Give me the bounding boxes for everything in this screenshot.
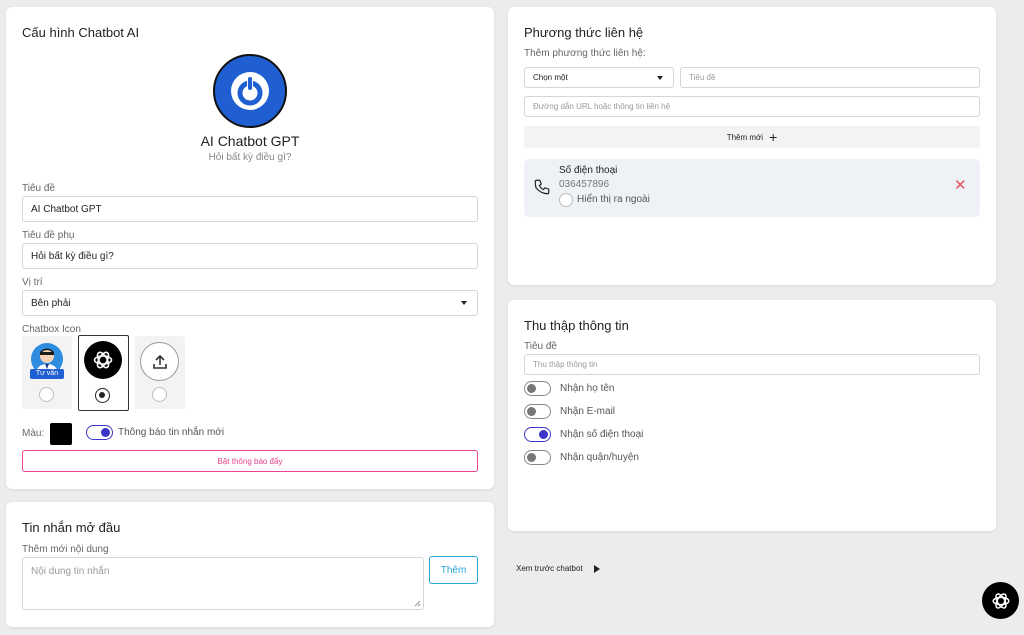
collect-info-card: Thu thập thông tin Tiêu đề Thu thập thôn… (508, 300, 996, 531)
contact-add-button[interactable]: Thêm mới + (524, 126, 980, 148)
collect-info-title: Thu thập thông tin (524, 318, 629, 333)
chatbot-preview-name: AI Chatbot GPT (200, 133, 300, 149)
chatbot-preview-subtitle: Hỏi bất kỳ điều gì? (208, 152, 292, 163)
contact-add-button-label: Thêm mới (726, 132, 764, 142)
toggle-collect-phone[interactable] (524, 427, 551, 442)
chatbox-icon-label: Chatbox Icon (22, 324, 81, 335)
title-label: Tiêu đề (22, 183, 55, 194)
chatbot-logo (213, 54, 287, 128)
contact-methods-title: Phương thức liên hệ (524, 25, 644, 40)
contact-methods-card: Phương thức liên hệ Thêm phương thức liê… (508, 7, 996, 285)
icon-option-avatar[interactable]: Tư vấn (22, 336, 72, 409)
contact-type-select-value: Chọn một (533, 73, 568, 82)
icon-option-upload-radio[interactable] (152, 387, 167, 402)
new-message-notify-toggle[interactable] (86, 425, 113, 440)
contact-type-select[interactable]: Chọn một (524, 67, 674, 88)
contact-item-value: 036457896 (559, 179, 610, 190)
advisor-badge: Tư vấn (30, 369, 64, 379)
color-swatch[interactable] (50, 423, 72, 445)
phone-icon (534, 179, 550, 195)
openai-icon (991, 592, 1010, 609)
upload-circle (140, 342, 179, 381)
opening-add-label: Thêm mới nội dung (22, 544, 109, 555)
position-label: Vị trí (22, 277, 43, 288)
contact-add-label: Thêm phương thức liên hệ: (524, 48, 646, 59)
icon-option-openai-radio[interactable] (95, 388, 110, 403)
title-input[interactable]: AI Chatbot GPT (22, 196, 478, 222)
upload-icon (152, 354, 167, 369)
toggle-collect-name[interactable] (524, 381, 551, 396)
opening-add-button[interactable]: Thêm (429, 556, 478, 584)
collect-title-label: Tiêu đề (524, 341, 557, 352)
subtitle-label: Tiêu đề phụ (22, 230, 75, 241)
floating-chat-button[interactable] (982, 582, 1019, 619)
opening-message-card: Tin nhắn mở đầu Thêm mới nội dung Nội du… (6, 502, 494, 627)
new-message-notify-label: Thông báo tin nhắn mới (118, 427, 225, 438)
toggle-collect-district[interactable] (524, 450, 551, 465)
power-icon (231, 72, 269, 110)
chevron-down-icon (461, 301, 467, 305)
contact-show-label: Hiển thị ra ngoài (577, 194, 650, 205)
chatbot-config-title: Cấu hình Chatbot AI (22, 25, 140, 40)
collect-title-input[interactable]: Thu thập thông tin (524, 354, 980, 375)
toggle-collect-phone-label: Nhận số điện thoại (560, 429, 644, 440)
resize-handle-icon[interactable] (414, 600, 421, 607)
chatbot-config-card: Cấu hình Chatbot AI AI Chatbot GPT Hỏi b… (6, 7, 494, 489)
plus-icon: + (769, 129, 778, 145)
icon-option-upload[interactable] (135, 336, 185, 409)
toggle-collect-name-label: Nhận họ tên (560, 383, 615, 394)
position-select-value: Bên phải (31, 297, 71, 309)
openai-icon-preview (84, 341, 122, 379)
contact-show-radio[interactable] (559, 193, 573, 207)
icon-option-avatar-radio[interactable] (39, 387, 54, 402)
opening-message-title: Tin nhắn mở đầu (22, 520, 121, 535)
openai-icon (93, 351, 113, 369)
contact-title-input[interactable]: Tiêu đề (680, 67, 980, 88)
enable-push-button[interactable]: Bật thông báo đẩy (22, 450, 478, 472)
toggle-collect-email-label: Nhận E-mail (560, 406, 616, 417)
subtitle-input[interactable]: Hỏi bất kỳ điều gì? (22, 243, 478, 269)
preview-chatbot-label: Xem trước chatbot (516, 564, 583, 573)
chevron-down-icon (657, 75, 663, 80)
icon-option-openai[interactable] (78, 335, 129, 411)
contact-url-input[interactable]: Đường dẫn URL hoặc thông tin liên hệ (524, 96, 980, 117)
delete-contact-icon[interactable]: ✕ (954, 178, 967, 193)
contact-item-name: Số điện thoại (559, 165, 618, 176)
opening-message-textarea[interactable]: Nội dung tin nhắn (22, 557, 424, 610)
opening-message-placeholder: Nội dung tin nhắn (31, 566, 110, 577)
preview-chatbot-link[interactable]: Xem trước chatbot (516, 564, 600, 573)
toggle-collect-email[interactable] (524, 404, 551, 419)
contact-item-phone: Số điện thoại 036457896 Hiển thị ra ngoà… (524, 159, 980, 217)
toggle-collect-district-label: Nhận quận/huyện (560, 452, 639, 463)
position-select[interactable]: Bên phải (22, 290, 478, 316)
play-icon (593, 564, 600, 573)
color-label: Màu: (22, 428, 45, 439)
